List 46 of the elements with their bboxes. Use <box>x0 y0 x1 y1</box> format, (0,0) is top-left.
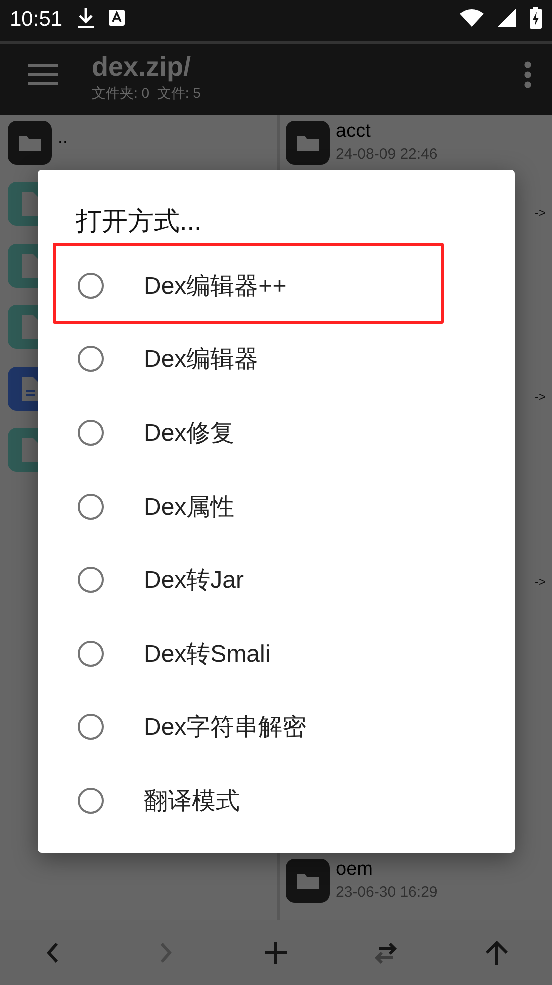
radio-button[interactable] <box>78 788 104 814</box>
folder-icon <box>286 858 330 903</box>
option-label: Dex编辑器++ <box>144 272 287 302</box>
link-mark: -> <box>534 390 546 404</box>
wifi-icon <box>460 8 484 27</box>
signal-icon <box>498 8 516 27</box>
option-item[interactable]: Dex属性 <box>38 470 515 544</box>
option-label: Dex编辑器 <box>144 345 259 376</box>
file-name: acct <box>336 120 372 143</box>
menu-icon[interactable] <box>28 64 58 86</box>
option-item[interactable]: 翻译模式 <box>38 764 515 838</box>
option-item[interactable]: Dex修复 <box>38 396 515 470</box>
radio-button[interactable] <box>78 640 104 667</box>
radio-button[interactable] <box>78 494 104 520</box>
up-arrow-icon[interactable] <box>484 940 510 966</box>
link-mark: -> <box>534 574 546 589</box>
battery-icon <box>530 6 542 29</box>
status-time: 10:51 <box>10 8 63 32</box>
radio-button[interactable] <box>78 714 104 740</box>
folder-summary: 文件夹: 0 文件: 5 <box>92 85 202 104</box>
download-icon <box>76 6 95 29</box>
radio-button[interactable] <box>78 272 104 299</box>
option-label: Dex转Smali <box>144 640 271 670</box>
folder-title: dex.zip/ <box>92 52 192 84</box>
option-label: 翻译模式 <box>144 786 240 817</box>
option-label: Dex字符串解密 <box>144 713 307 744</box>
radio-button[interactable] <box>78 567 104 594</box>
file-name: .. <box>58 126 68 148</box>
radio-button[interactable] <box>78 420 104 446</box>
option-item[interactable]: Dex转Jar <box>38 543 515 617</box>
more-icon[interactable] <box>524 61 532 90</box>
option-item[interactable]: Dex编辑器 <box>38 322 515 396</box>
link-mark: -> <box>534 206 546 220</box>
add-icon[interactable] <box>262 940 289 966</box>
folder-icon <box>8 120 52 165</box>
option-item[interactable]: Dex字符串解密 <box>38 690 515 764</box>
dialog-title: 打开方式... <box>76 205 202 238</box>
file-name: oem <box>336 858 374 881</box>
option-label: Dex转Jar <box>144 566 244 596</box>
option-item[interactable]: Dex转Smali <box>38 616 515 691</box>
option-label: Dex修复 <box>144 418 235 449</box>
folder-icon <box>286 120 330 165</box>
option-label: Dex属性 <box>144 492 235 523</box>
option-item[interactable]: Dex编辑器++ <box>38 249 515 323</box>
radio-button[interactable] <box>78 346 104 372</box>
font-icon <box>108 10 125 26</box>
